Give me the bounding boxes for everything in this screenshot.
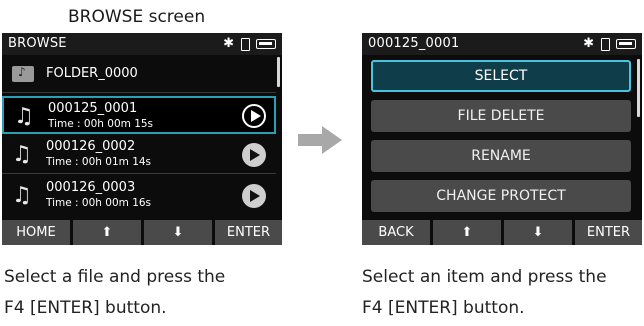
play-icon[interactable] <box>242 184 266 208</box>
music-note-icon: ♫ <box>12 183 32 208</box>
folder-name: FOLDER_0000 <box>46 66 138 81</box>
caption-line: F4 [ENTER] button. <box>362 298 525 318</box>
music-note-icon: ♫ <box>14 104 34 129</box>
list-item-folder[interactable]: FOLDER_0000 <box>2 55 276 93</box>
function-keys: BACK ⬆ ⬇ ENTER <box>362 220 642 245</box>
list-item-file-selected[interactable]: ♫ 000125_0001 Time : 00h 00m 15s <box>2 96 276 134</box>
up-button[interactable]: ⬆ <box>73 220 141 245</box>
back-button[interactable]: BACK <box>362 220 430 245</box>
file-name: 000126_0002 <box>46 139 136 154</box>
list-item-file[interactable]: ♫ 000126_0002 Time : 00h 01m 14s <box>2 136 276 174</box>
menu-item-change-protect[interactable]: CHANGE PROTECT <box>371 180 631 212</box>
scrollbar[interactable] <box>637 59 640 117</box>
file-name: 000126_0003 <box>46 180 136 195</box>
battery-icon <box>616 39 636 49</box>
sd-card-icon <box>601 38 610 51</box>
instruction-caption-left: Select a file and press the F4 [ENTER] b… <box>4 262 225 324</box>
battery-icon <box>256 39 276 49</box>
flow-arrow-icon <box>298 124 346 154</box>
folder-icon <box>12 65 34 82</box>
enter-button[interactable]: ENTER <box>215 220 282 245</box>
down-button[interactable]: ⬇ <box>504 220 572 245</box>
instruction-caption-right: Select an item and press the F4 [ENTER] … <box>362 262 607 324</box>
play-icon[interactable] <box>242 104 266 128</box>
music-note-icon: ♫ <box>12 142 32 167</box>
file-menu-screen: 000125_0001 ✱ SELECT FILE DELETE RENAME … <box>362 33 642 245</box>
caption-line: Select an item and press the <box>362 267 607 287</box>
browse-screen: BROWSE ✱ FOLDER_0000 ♫ 000125_0001 Time … <box>2 33 282 245</box>
sd-card-icon <box>241 38 250 51</box>
status-bar: BROWSE ✱ <box>2 33 282 55</box>
list-item-file[interactable]: ♫ 000126_0003 Time : 00h 00m 16s <box>2 177 276 215</box>
up-button[interactable]: ⬆ <box>433 220 501 245</box>
menu-item-rename[interactable]: RENAME <box>371 140 631 172</box>
menu-item-file-delete[interactable]: FILE DELETE <box>371 100 631 132</box>
file-time: Time : 00h 00m 16s <box>46 197 152 209</box>
caption-line: Select a file and press the <box>4 267 226 287</box>
down-button[interactable]: ⬇ <box>144 220 212 245</box>
bluetooth-icon: ✱ <box>223 36 234 51</box>
screen-title: 000125_0001 <box>368 36 460 51</box>
menu-item-select[interactable]: SELECT <box>371 60 631 92</box>
screen-title: BROWSE <box>8 36 67 51</box>
file-time: Time : 00h 00m 15s <box>48 118 154 130</box>
play-icon[interactable] <box>242 143 266 167</box>
scrollbar[interactable] <box>277 57 280 87</box>
file-time: Time : 00h 01m 14s <box>46 156 152 168</box>
bluetooth-icon: ✱ <box>583 36 594 51</box>
enter-button[interactable]: ENTER <box>575 220 642 245</box>
caption-line: F4 [ENTER] button. <box>4 298 167 318</box>
status-bar: 000125_0001 ✱ <box>362 33 642 55</box>
function-keys: HOME ⬆ ⬇ ENTER <box>2 220 282 245</box>
home-button[interactable]: HOME <box>2 220 70 245</box>
file-name: 000125_0001 <box>48 101 138 116</box>
screen-caption: BROWSE screen <box>68 7 206 27</box>
